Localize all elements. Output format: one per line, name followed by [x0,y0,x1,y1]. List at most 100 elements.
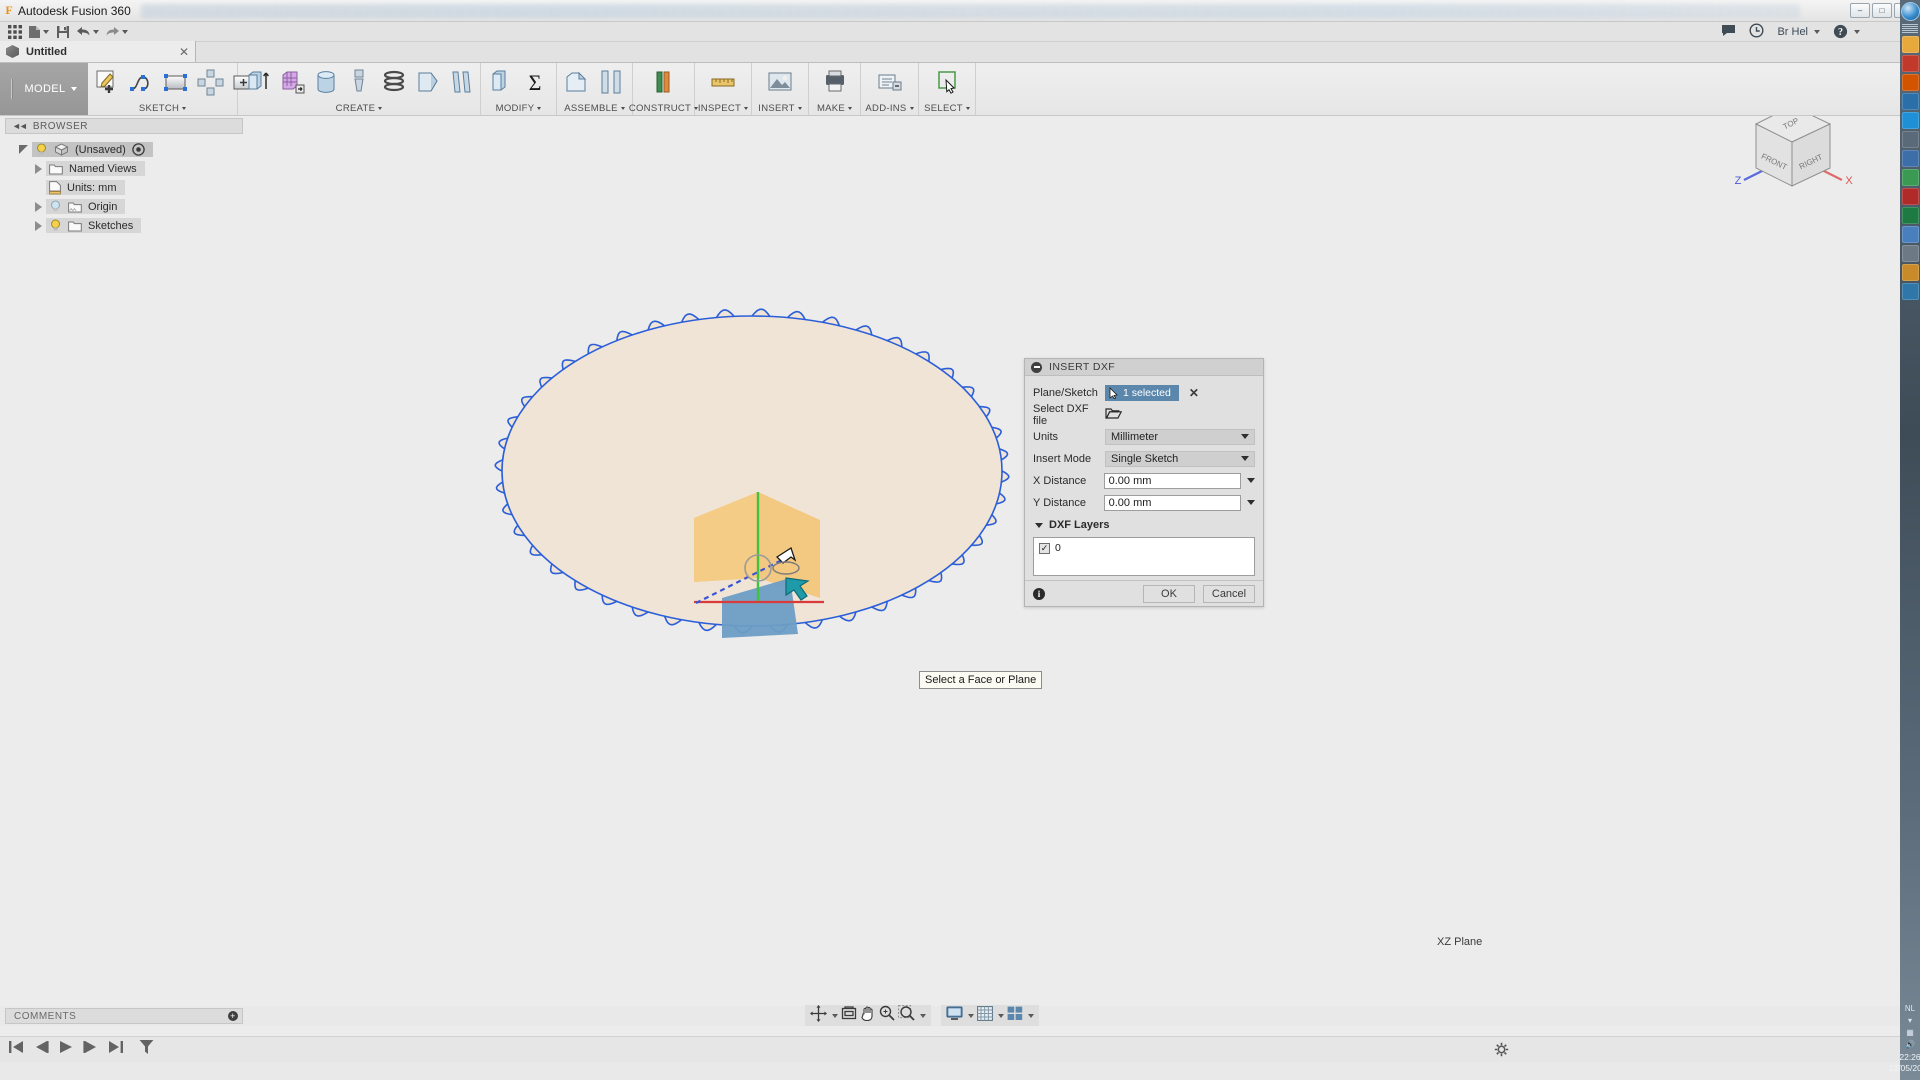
apps-grid-icon[interactable] [5,23,24,41]
joint-icon[interactable] [596,67,626,97]
folder-yellow-icon[interactable] [1902,36,1919,53]
close-icon[interactable]: ✕ [179,45,189,59]
insert-dxf-dialog[interactable]: INSERT DXF Plane/Sketch 1 selected ✕ Sel… [1024,358,1264,607]
info-icon[interactable]: i [1033,588,1045,600]
tray-language[interactable]: NL [1905,1004,1915,1013]
lock-icon[interactable] [1902,131,1919,148]
zoom-window-icon[interactable] [898,1005,915,1027]
globe-icon[interactable] [1902,93,1919,110]
viewports-icon[interactable] [1007,1006,1023,1026]
panel-title-select[interactable]: SELECT [919,101,975,115]
look-at-icon[interactable] [841,1005,857,1026]
tray-chart-icon[interactable]: ▦ [1906,1028,1914,1037]
disc-icon[interactable] [1902,150,1919,167]
tree-row-units[interactable]: Units: mm [5,178,255,197]
expander-closed-icon[interactable] [35,202,42,212]
x-distance-input[interactable]: 0.00 mm [1104,473,1241,489]
pan-hand-icon[interactable] [860,1005,876,1026]
triangle-down-icon[interactable] [1035,523,1043,528]
chevron-down-icon[interactable] [43,30,49,34]
chevron-down-icon[interactable] [378,107,382,110]
step-forward-icon[interactable] [83,1040,99,1059]
activate-component-icon[interactable] [132,143,145,156]
undo-icon[interactable] [74,23,101,41]
panel-title-modify[interactable]: MODIFY [481,101,556,115]
display-settings-icon[interactable] [946,1006,963,1026]
chrome-icon[interactable] [1902,169,1919,186]
create-sketch-icon[interactable] [93,67,123,97]
coil-icon[interactable] [379,67,409,97]
quick-launch-icon[interactable] [1902,24,1918,33]
user-menu[interactable]: Br Hel [1777,26,1820,38]
combine-sigma-icon[interactable]: Σ [520,67,550,97]
windows-start-orb-icon[interactable] [1901,2,1920,21]
3d-print-icon[interactable] [820,67,850,97]
expander-closed-icon[interactable] [35,164,42,174]
chevron-down-icon[interactable] [1028,1014,1034,1018]
document-tab[interactable]: Untitled ✕ [0,41,196,62]
spline-icon[interactable] [127,67,157,97]
panel-title-insert[interactable]: INSERT [752,101,808,115]
tree-row-origin[interactable]: Origin [5,197,255,216]
panel-title-inspect[interactable]: INSPECT [695,101,751,115]
notes-icon[interactable] [1902,226,1919,243]
chevron-down-icon[interactable] [537,107,541,110]
chevron-down-icon[interactable] [848,107,852,110]
tree-row-sketches[interactable]: Sketches [5,216,255,235]
chevron-down-icon[interactable] [832,1014,838,1018]
chevron-down-icon[interactable] [968,1014,974,1018]
offset-plane-icon[interactable] [649,67,679,97]
settings-gear-icon[interactable] [1494,1042,1509,1062]
visibility-bulb-icon[interactable] [35,143,48,156]
maximize-button[interactable]: □ [1872,3,1892,18]
chevron-down-icon[interactable] [998,1014,1004,1018]
workspace-switcher-button[interactable]: MODEL [0,63,88,115]
go-to-beginning-icon[interactable] [8,1040,24,1059]
pattern-icon[interactable] [195,67,225,97]
chevron-down-icon[interactable] [621,107,625,110]
chevron-down-icon[interactable] [744,107,748,110]
loft-icon[interactable] [413,67,443,97]
expander-open-icon[interactable] [19,145,28,154]
grid-snap-icon[interactable] [977,1006,993,1026]
chevron-down-icon[interactable] [910,107,914,110]
visibility-bulb-off-icon[interactable] [49,200,62,213]
chevron-down-icon[interactable] [182,107,186,110]
tray-volume-icon[interactable]: 🔊 [1905,1040,1915,1049]
view-cube[interactable]: Y Z X TOP FRONT RIGHT [1728,116,1858,206]
rib-icon[interactable] [447,67,477,97]
rectangle-icon[interactable] [161,67,191,97]
chevron-down-icon[interactable] [1241,434,1249,439]
chevron-down-icon[interactable] [1241,456,1249,461]
excel-icon[interactable] [1902,207,1919,224]
insert-mcmaster-icon[interactable] [765,67,795,97]
clear-selection-icon[interactable]: ✕ [1189,386,1199,400]
chevron-down-icon[interactable] [920,1014,926,1018]
pdf-icon[interactable] [1902,188,1919,205]
minimize-button[interactable]: – [1850,3,1870,18]
visibility-bulb-icon[interactable] [49,219,62,232]
play-icon[interactable] [58,1040,74,1059]
cylinder-icon[interactable] [311,67,341,97]
chevron-down-icon[interactable] [1854,30,1860,34]
chevron-down-icon[interactable] [798,107,802,110]
add-comment-icon[interactable]: + [228,1011,238,1021]
units-dropdown[interactable]: Millimeter [1105,429,1255,445]
panel-title-construct[interactable]: CONSTRUCT [633,101,694,115]
tray-network-icon[interactable]: ▾ [1908,1016,1912,1025]
dialog-title-bar[interactable]: INSERT DXF [1025,359,1263,376]
scripts-addins-icon[interactable] [875,67,905,97]
panel-title-sketch[interactable]: SKETCH [88,101,237,115]
collapse-minus-icon[interactable] [1031,362,1042,373]
orbit-icon[interactable] [810,1005,827,1027]
dxf-layers-section-header[interactable]: DXF Layers [1035,516,1255,534]
tree-row-named-views[interactable]: Named Views [5,159,255,178]
zoom-icon[interactable] [879,1005,895,1026]
extrude-icon[interactable] [243,67,273,97]
panel-title-create[interactable]: CREATE [238,101,480,115]
font-icon[interactable] [1902,245,1919,262]
package-icon[interactable] [1902,264,1919,281]
open-folder-icon[interactable] [1105,406,1122,423]
new-component-icon[interactable] [562,67,592,97]
ok-button[interactable]: OK [1143,585,1195,603]
